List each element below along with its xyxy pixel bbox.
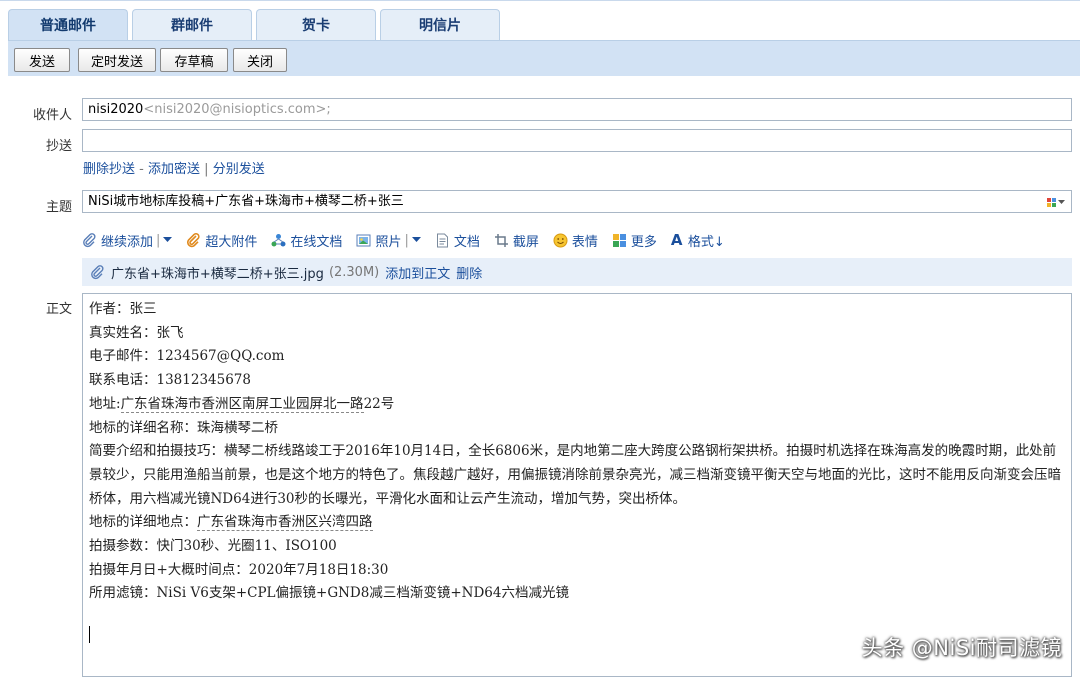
apps-grid-icon <box>612 233 627 248</box>
remove-cc-link[interactable]: 删除抄送 <box>83 162 135 177</box>
photo-label: 照片 <box>375 234 402 250</box>
large-paperclip-icon <box>186 232 201 248</box>
attachment-size: (2.30M) <box>328 264 380 280</box>
add-to-body-link[interactable]: 添加到正文 <box>385 263 450 282</box>
body-line-datetime: 拍摄年月日+大概时间点：2020年7月18日18:30 <box>89 561 389 578</box>
tab-greeting-card[interactable]: 贺卡 <box>256 9 376 40</box>
online-doc-button[interactable]: 在线文档 <box>271 231 342 250</box>
online-doc-label: 在线文档 <box>290 234 343 250</box>
large-attachment-label: 超大附件 <box>205 234 258 250</box>
body-label: 正文 <box>45 302 72 317</box>
scheduled-send-button[interactable]: 定时发送 <box>78 48 156 72</box>
photo-icon <box>356 233 371 248</box>
cc-options: 删除抄送 - 添加密送 | 分别发送 <box>83 158 265 177</box>
recipient-name: nisi2020 <box>88 102 144 117</box>
continue-add-label: 继续添加 <box>101 234 154 250</box>
close-button[interactable]: 关闭 <box>233 48 287 72</box>
paperclip-icon <box>82 232 97 248</box>
document-icon <box>435 233 450 248</box>
online-doc-icon <box>271 233 286 248</box>
tab-postcard[interactable]: 明信片 <box>380 9 500 40</box>
large-attachment-button[interactable]: 超大附件 <box>186 231 257 250</box>
body-line-real-name: 真实姓名：张飞 <box>89 324 184 341</box>
attached-file-row: 广东省+珠海市+横琴二桥+张三.jpg (2.30M) 添加到正文 删除 <box>82 258 1072 286</box>
watermark-text: 头条 @NiSi耐司滤镜 <box>861 636 1062 660</box>
continue-add-button[interactable]: 继续添加 | <box>82 231 173 250</box>
send-button[interactable]: 发送 <box>14 48 70 72</box>
subject-label: 主题 <box>45 200 72 215</box>
subject-field[interactable]: NiSi城市地标库投稿+广东省+珠海市+横琴二桥+张三 <box>82 190 1072 213</box>
location-link[interactable]: 广东省珠海市香洲区兴湾四路 <box>197 514 373 532</box>
body-line-address: 地址:广东省珠海市香洲区南屏工业园屏北一路22号 <box>89 393 1065 417</box>
compose-tabs: 普通邮件 群邮件 贺卡 明信片 <box>8 9 500 40</box>
divider: | <box>404 232 409 248</box>
screenshot-button[interactable]: 截屏 <box>494 231 539 250</box>
format-label: 格式↓ <box>687 234 725 250</box>
more-button[interactable]: 更多 <box>612 231 657 250</box>
address-link[interactable]: 广东省珠海市香洲区南屏工业园屏北一路 <box>120 395 364 413</box>
dash-separator: - <box>139 162 144 177</box>
more-label: 更多 <box>630 234 657 250</box>
text-cursor <box>89 626 90 644</box>
scissors-screenshot-icon <box>494 233 509 248</box>
tab-normal-mail[interactable]: 普通邮件 <box>8 9 128 40</box>
separate-send-link[interactable]: 分别发送 <box>213 162 265 177</box>
compose-toolbar: 发送 定时发送 存草稿 关闭 <box>8 40 1080 76</box>
address-prefix: 地址: <box>89 395 121 412</box>
paperclip-icon <box>90 264 105 280</box>
format-button[interactable]: A 格式↓ <box>671 231 725 250</box>
chevron-down-icon[interactable] <box>163 237 173 243</box>
address-suffix: 22号 <box>363 395 395 412</box>
recipient-field[interactable]: nisi2020<nisi2020@nisioptics.com>; <box>82 98 1072 121</box>
location-prefix: 地标的详细地点： <box>89 514 197 531</box>
recipient-label: 收件人 <box>32 108 72 123</box>
cc-field[interactable] <box>82 129 1072 152</box>
body-line-email: 电子邮件：1234567@QQ.com <box>89 348 285 365</box>
photo-button[interactable]: 照片 | <box>356 231 421 250</box>
document-label: 文档 <box>453 234 480 250</box>
divider: | <box>156 232 161 248</box>
body-line-params: 拍摄参数：快门30秒、光圈11、ISO100 <box>89 538 337 555</box>
cc-label: 抄送 <box>45 139 72 154</box>
body-line-phone: 联系电话：13812345678 <box>89 372 251 389</box>
body-line-filters: 所用滤镜：NiSi V6支架+CPL偏振镜+GND8减三档渐变镜+ND64六档减… <box>89 585 569 602</box>
attachment-filename[interactable]: 广东省+珠海市+横琴二桥+张三.jpg <box>111 263 324 282</box>
subject-value: NiSi城市地标库投稿+广东省+珠海市+横琴二桥+张三 <box>88 194 404 209</box>
chevron-down-icon[interactable] <box>411 237 421 243</box>
screenshot-label: 截屏 <box>512 234 539 250</box>
body-line-description: 简要介绍和拍摄技巧：横琴二桥线路竣工于2016年10月14日，全长6806米，是… <box>89 443 1061 507</box>
email-body-editor[interactable]: 作者：张三 真实姓名：张飞 电子邮件：1234567@QQ.com 联系电话：1… <box>82 293 1072 677</box>
body-line-location: 地标的详细地点：广东省珠海市香洲区兴湾四路 <box>89 511 1065 535</box>
top-border <box>0 0 1080 4</box>
delete-attachment-link[interactable]: 删除 <box>456 263 482 282</box>
font-format-icon: A <box>670 230 683 249</box>
document-button[interactable]: 文档 <box>435 231 480 250</box>
body-line-landmark-name: 地标的详细名称：珠海横琴二桥 <box>89 419 278 436</box>
body-line-author: 作者：张三 <box>89 301 157 317</box>
emoji-label: 表情 <box>571 234 598 250</box>
bar-separator: | <box>204 162 209 177</box>
add-bcc-link[interactable]: 添加密送 <box>148 162 200 177</box>
smiley-icon <box>553 233 568 248</box>
tab-group-mail[interactable]: 群邮件 <box>132 9 252 40</box>
emoji-button[interactable]: 表情 <box>553 231 598 250</box>
subject-style-icon[interactable] <box>1047 196 1067 208</box>
attachment-toolbar: 继续添加 | 超大附件 在线文档 照片 | 文档 截屏 表情 更多 A 格式↓ <box>82 230 739 250</box>
save-draft-button[interactable]: 存草稿 <box>160 48 228 72</box>
recipient-address: <nisi2020@nisioptics.com>; <box>143 102 331 117</box>
